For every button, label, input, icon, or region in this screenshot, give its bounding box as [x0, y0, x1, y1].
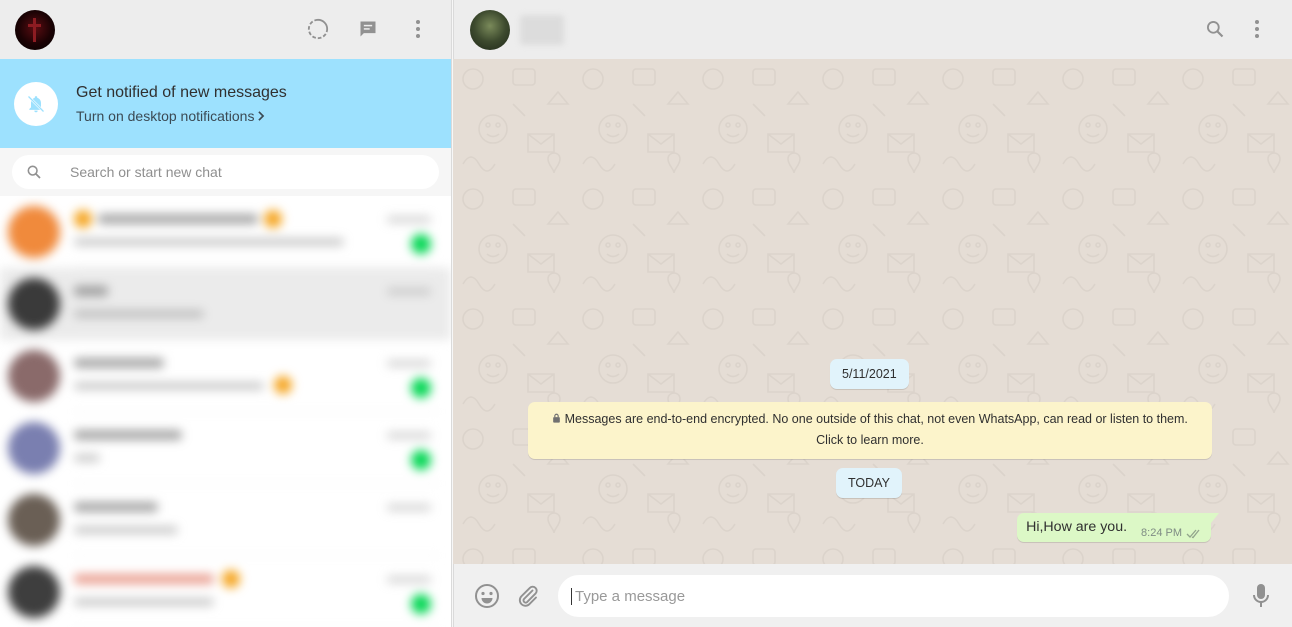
double-check-icon — [1186, 529, 1200, 538]
chat-list-item[interactable] — [0, 268, 451, 340]
message-input[interactable] — [571, 587, 1201, 605]
message-input-box[interactable] — [558, 575, 1229, 617]
search-input[interactable] — [70, 164, 370, 180]
attach-icon[interactable] — [515, 583, 541, 609]
compose-bar — [453, 564, 1292, 627]
contact-avatar — [8, 278, 60, 330]
chat-list-item[interactable] — [0, 412, 451, 484]
conversation-menu-icon[interactable] — [1244, 16, 1270, 42]
contact-avatar — [8, 206, 60, 258]
conversation-header[interactable] — [453, 0, 1292, 59]
search-messages-icon[interactable] — [1202, 16, 1228, 42]
contact-avatar — [8, 422, 60, 474]
notification-title: Get notified of new messages — [76, 83, 287, 101]
encryption-notice[interactable]: Messages are end-to-end encrypted. No on… — [528, 402, 1212, 459]
lock-icon — [553, 413, 560, 423]
microphone-icon[interactable] — [1248, 583, 1274, 609]
message-area[interactable]: 5/11/2021 Messages are end-to-end encryp… — [453, 59, 1292, 564]
enable-notifications-link[interactable]: Turn on desktop notifications — [76, 108, 287, 124]
menu-icon[interactable] — [405, 16, 431, 42]
search-box[interactable] — [12, 155, 439, 189]
encryption-notice-text: Messages are end-to-end encrypted. No on… — [564, 412, 1188, 426]
date-divider: 5/11/2021 — [830, 359, 909, 389]
chat-list-panel: Get notified of new messages Turn on des… — [0, 0, 452, 627]
contact-avatar — [8, 566, 60, 618]
today-divider: TODAY — [836, 468, 902, 498]
chat-list-item[interactable] — [0, 196, 451, 268]
new-chat-icon[interactable] — [355, 16, 381, 42]
chat-list-item[interactable] — [0, 484, 451, 556]
status-icon[interactable] — [305, 16, 331, 42]
search-icon — [27, 165, 41, 179]
chat-list-item[interactable] — [0, 340, 451, 412]
contact-avatar — [8, 350, 60, 402]
emoji-icon[interactable] — [474, 583, 500, 609]
chat-list-item[interactable] — [0, 556, 451, 627]
message-text: Hi,How are you. — [1026, 519, 1128, 535]
left-header — [0, 0, 451, 59]
contact-avatar — [8, 494, 60, 546]
contact-name-blurred[interactable] — [520, 14, 564, 45]
my-profile-avatar[interactable] — [15, 9, 55, 50]
bell-off-icon — [14, 81, 58, 126]
contact-profile-avatar[interactable] — [470, 9, 510, 50]
conversation-panel: 5/11/2021 Messages are end-to-end encryp… — [453, 0, 1292, 627]
message-time: 8:24 PM — [1141, 527, 1182, 539]
encryption-learn-more[interactable]: Click to learn more. — [540, 430, 1200, 451]
notification-banner[interactable]: Get notified of new messages Turn on des… — [0, 59, 451, 148]
outgoing-message[interactable]: Hi,How are you. 8:24 PM — [1017, 513, 1219, 542]
notification-link-label: Turn on desktop notifications — [76, 107, 255, 124]
chat-list — [0, 196, 451, 627]
search-bar — [0, 148, 451, 196]
chevron-right-icon — [258, 110, 265, 121]
